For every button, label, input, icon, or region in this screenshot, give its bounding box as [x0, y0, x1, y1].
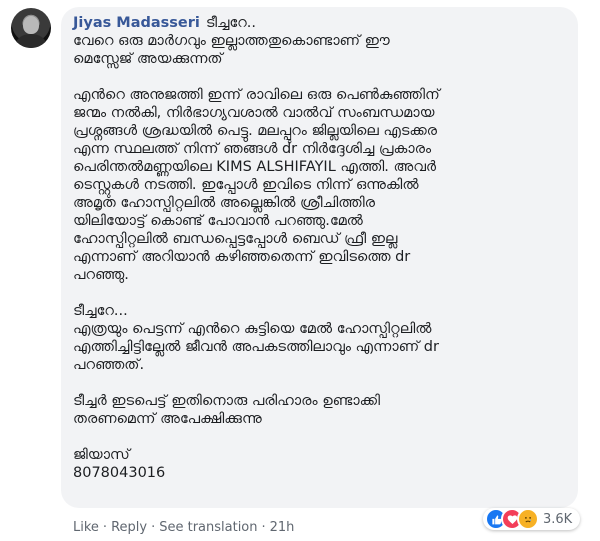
comment-line: പറഞ്ഞു. [73, 267, 129, 283]
comment-line: മെസ്സേജ് അയക്കുന്നത് [73, 51, 223, 67]
comment-line: ജന്മം നൽകി, നിർഭാഗ്യവശാൽ വാൽവ് സംബന്ധമായ [73, 105, 435, 121]
comment-line: പ്രശ്നങ്ങൾ ശ്രദ്ധയിൽ പെട്ടു. മലപ്പുറം ജി… [73, 123, 438, 139]
comment-line: ടീച്ചറേ... [73, 303, 128, 319]
comment-line: യിലിയോട്ട് കൊണ്ട് പോവാൻ പറഞ്ഞു.മേൽ [73, 213, 363, 229]
separator-dot: · [102, 520, 108, 535]
comment-paragraph: വേറെ ഒരു മാർഗവും ഇല്ലാത്തതുകൊണ്ടാണ് ഈ മെ… [73, 32, 566, 68]
reply-link[interactable]: Reply [111, 520, 147, 535]
comment-signature: ജിയാസ് 8078043016 [73, 446, 566, 482]
separator-dot: · [151, 520, 156, 535]
comment-header: Jiyas Madasseri ടീച്ചറേ.. [73, 14, 566, 32]
reactions-summary[interactable]: 3.6K [483, 508, 581, 530]
signature-phone: 8078043016 [73, 465, 166, 481]
comment-intro: ടീച്ചറേ.. [205, 15, 256, 31]
comment-paragraph: ടീച്ചറേ... എത്രയും പെട്ടന്ന് എൻറെ കുട്ടി… [73, 302, 566, 374]
comment-line: ഹോസ്പിറ്റലിൽ ബന്ധപ്പെട്ടപ്പോൾ ബെഡ് ഫ്രീ … [73, 231, 398, 247]
timestamp[interactable]: 21h [270, 520, 295, 535]
see-translation-link[interactable]: See translation [159, 520, 257, 535]
comment-line: ടീച്ചർ ഇടപെട്ട് ഇതിനൊരു പരിഹാരം ഉണ്ടാക്ക… [73, 393, 381, 409]
like-link[interactable]: Like [73, 520, 99, 535]
reaction-count: 3.6K [543, 511, 573, 527]
avatar-shoulders [16, 34, 46, 48]
comment-line: ടെസ്റ്റുകൾ നടത്തി. ഇപ്പോൾ ഇവിടെ നിന്ന് ഒ… [73, 177, 419, 193]
comment-line: എത്രയും പെട്ടന്ന് എൻറെ കുട്ടിയെ മേൽ ഹോസ്… [73, 321, 432, 337]
signature-name: ജിയാസ് [73, 447, 130, 463]
comment-line: എന്നാണ് അറിയാൻ കഴിഞ്ഞതെന്ന് ഇവിടത്തെ dr [73, 249, 411, 265]
author-avatar[interactable] [11, 8, 51, 48]
comment-line: പറഞ്ഞത്. [73, 357, 145, 373]
separator-dot: · [261, 520, 266, 535]
sad-icon [517, 508, 539, 530]
comment-line: എത്തിച്ചിട്ടില്ലേൽ ജീവൻ അപകടത്തിലാവും എന… [73, 339, 439, 355]
comment-line: തരണമെന്ന് അപേക്ഷിക്കുന്നു [73, 411, 262, 427]
comment-actions: Like · Reply · See translation · 21h [73, 519, 294, 536]
comment-paragraph: ടീച്ചർ ഇടപെട്ട് ഇതിനൊരു പരിഹാരം ഉണ്ടാക്ക… [73, 392, 566, 428]
comment-line: പെരിന്തൽമണ്ണയിലെ KIMS ALSHIFAYIL എത്തി. … [73, 159, 437, 175]
comment-line: എന്ന സ്ഥലത്ത് നിന്ന് ഞങ്ങൾ dr നിർദ്ദേശിച… [73, 141, 432, 157]
comment-line: വേറെ ഒരു മാർഗവും ഇല്ലാത്തതുകൊണ്ടാണ് ഈ [73, 33, 390, 49]
comment-bubble: Jiyas Madasseri ടീച്ചറേ.. വേറെ ഒരു മാർഗവു… [61, 7, 578, 508]
comment-body: വേറെ ഒരു മാർഗവും ഇല്ലാത്തതുകൊണ്ടാണ് ഈ മെ… [73, 32, 566, 482]
comment-paragraph: എൻറെ അനുജത്തി ഇന്ന് രാവിലെ ഒരു പെൺകുഞ്ഞി… [73, 86, 566, 284]
comment-line: അമൃത ഹോസ്പിറ്റലിൽ അല്ലെങ്കിൽ ശ്രീചിത്തിര [73, 195, 376, 211]
author-name[interactable]: Jiyas Madasseri [73, 15, 200, 31]
comment-line: എൻറെ അനുജത്തി ഇന്ന് രാവിലെ ഒരു പെൺകുഞ്ഞി… [73, 87, 440, 103]
avatar-face [23, 16, 39, 34]
